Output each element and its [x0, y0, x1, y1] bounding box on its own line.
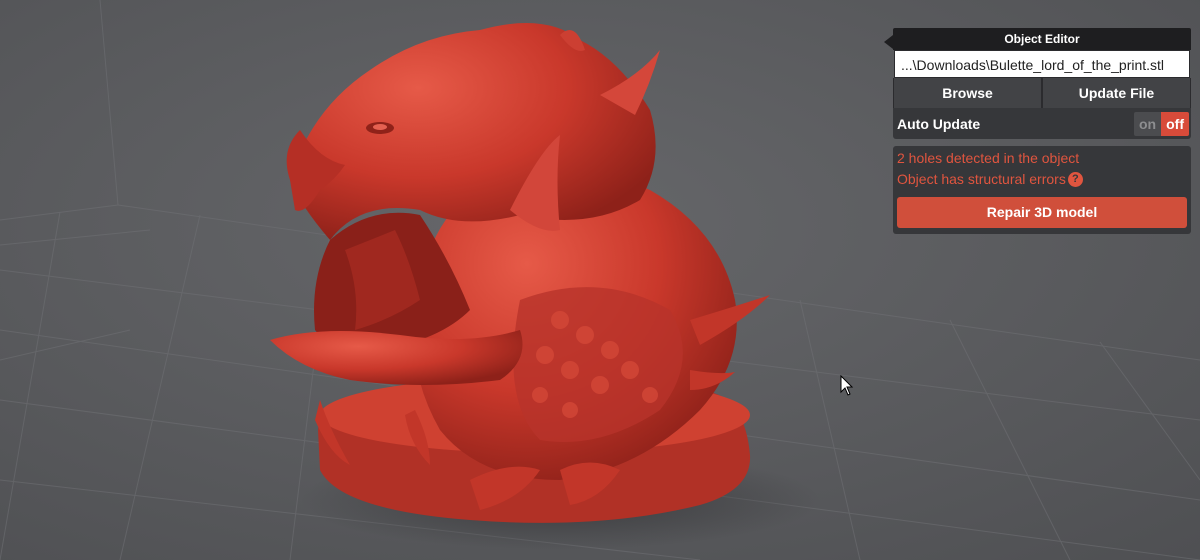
- panel-pointer: [884, 35, 893, 49]
- structural-warning-text: Object has structural errors: [897, 171, 1066, 187]
- panel-title: Object Editor: [893, 28, 1191, 50]
- toggle-on-option[interactable]: on: [1134, 111, 1162, 136]
- holes-warning: 2 holes detected in the object: [897, 148, 1187, 169]
- auto-update-toggle[interactable]: on off: [1134, 111, 1189, 136]
- file-path-field[interactable]: ...\Downloads\Bulette_lord_of_the_print.…: [894, 50, 1190, 78]
- auto-update-label: Auto Update: [897, 115, 981, 132]
- toggle-off-option[interactable]: off: [1161, 111, 1189, 136]
- help-icon[interactable]: ?: [1067, 172, 1083, 187]
- update-file-button[interactable]: Update File: [1043, 78, 1190, 108]
- browse-button[interactable]: Browse: [894, 78, 1041, 108]
- file-button-row: Browse Update File: [893, 78, 1191, 108]
- model-errors-box: 2 holes detected in the object Object ha…: [893, 146, 1191, 234]
- auto-update-row: Auto Update on off: [893, 108, 1191, 139]
- repair-3d-model-button[interactable]: Repair 3D model: [897, 197, 1187, 228]
- structural-warning: Object has structural errors ?: [897, 169, 1187, 190]
- object-editor-panel: Object Editor ...\Downloads\Bulette_lord…: [884, 28, 1191, 234]
- holes-warning-text: 2 holes detected in the object: [897, 150, 1080, 166]
